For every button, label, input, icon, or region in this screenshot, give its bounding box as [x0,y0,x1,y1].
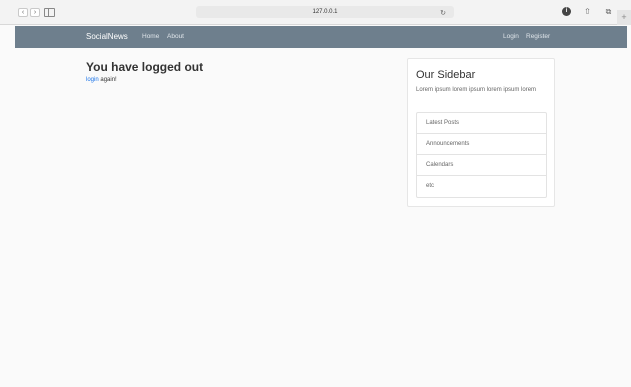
url-text: 127.0.0.1 [312,9,338,15]
address-bar[interactable]: 127.0.0.1 ↻ [196,6,454,18]
info-icon[interactable]: i [562,7,571,16]
browser-toolbar: ‹ › 127.0.0.1 ↻ i ⇧ ⧉ + [0,0,631,25]
tabs-icon[interactable]: ⧉ [604,7,613,16]
reload-icon[interactable]: ↻ [440,8,446,20]
nav-login-link[interactable]: Login [503,33,519,40]
new-tab-button[interactable]: + [617,10,631,25]
forward-button[interactable]: › [30,8,40,17]
sidebar-list: Latest Posts Announcements Calendars etc [416,112,547,198]
nav-home-link[interactable]: Home [142,33,159,40]
logout-message: login again! [86,77,117,83]
back-button[interactable]: ‹ [18,8,28,17]
share-icon[interactable]: ⇧ [583,7,592,16]
sidebar-card: Our Sidebar Lorem ipsum lorem ipsum lore… [407,58,555,207]
logout-message-text: again! [98,77,117,83]
brand-link[interactable]: SocialNews [86,32,128,41]
toolbar-icons: i ⇧ ⧉ [562,7,613,16]
sidebar-toggle-icon[interactable] [44,8,55,17]
site-navbar: SocialNews Home About Login Register [15,26,627,48]
sidebar-item-etc[interactable]: etc [417,176,546,197]
page-title: You have logged out [86,60,204,74]
nav-register-link[interactable]: Register [526,33,550,40]
sidebar-text: Lorem ipsum lorem ipsum lorem ipsum lore… [416,87,537,93]
sidebar-item-latest-posts[interactable]: Latest Posts [417,113,546,134]
sidebar-item-announcements[interactable]: Announcements [417,134,546,155]
history-buttons: ‹ › [18,8,40,17]
sidebar-item-calendars[interactable]: Calendars [417,155,546,176]
login-again-link[interactable]: login [86,77,99,83]
sidebar-title: Our Sidebar [416,69,476,81]
nav-about-link[interactable]: About [167,33,184,40]
